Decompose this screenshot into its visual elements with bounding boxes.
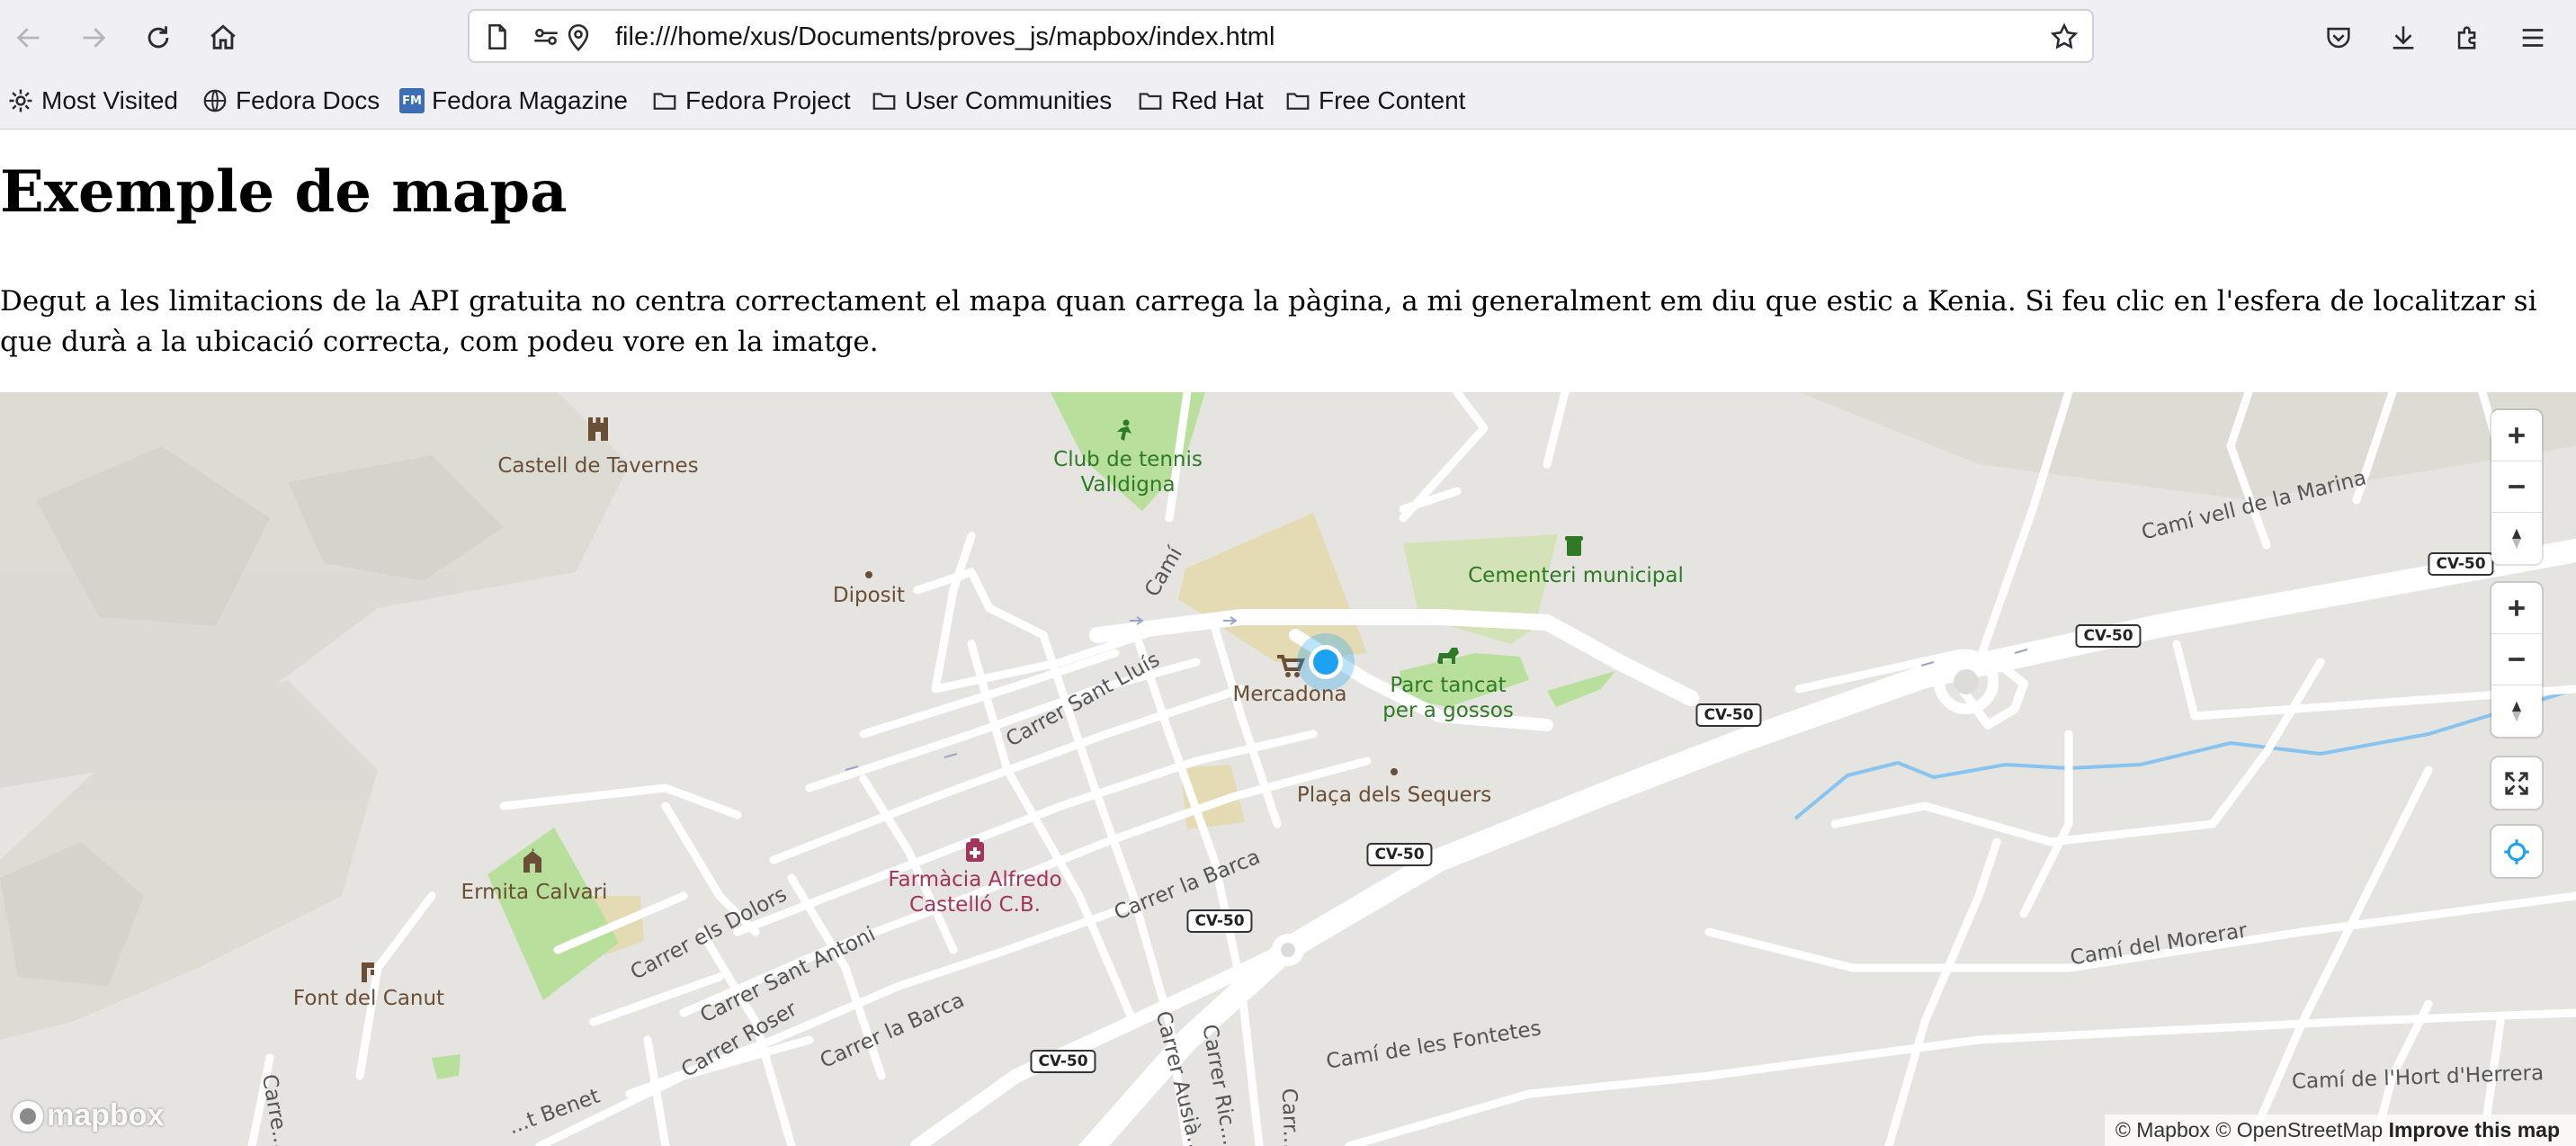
compass-icon [2512, 528, 2521, 549]
geolocate-button[interactable] [2491, 826, 2542, 877]
bookmark-user-communities[interactable]: User Communities [871, 85, 1112, 117]
arrow-right-icon [83, 28, 106, 48]
poi-label[interactable]: Cementeri municipal [1468, 563, 1684, 588]
map-container[interactable]: Castell de Tavernes Club de tennis Valld… [0, 392, 2576, 1146]
road-shield: CV-50 [1186, 909, 1253, 933]
page-title: Exemple de mapa [0, 158, 568, 226]
geolocate-control [2491, 826, 2542, 877]
gear-icon [9, 89, 32, 112]
bookmark-fedora-docs[interactable]: Fedora Docs [201, 85, 380, 117]
navigation-control [2491, 410, 2542, 564]
geolocate-icon [2504, 838, 2529, 864]
road-shield: CV-50 [1030, 1050, 1096, 1073]
downloads-button[interactable] [2382, 16, 2425, 59]
zoom-out-button[interactable] [2491, 634, 2542, 685]
browser-chrome: file:///home/xus/Documents/proves_js/map… [0, 0, 2576, 130]
plus-icon [2509, 600, 2525, 616]
road-shield: CV-50 [2428, 552, 2494, 576]
home-button[interactable] [201, 16, 245, 59]
zoom-in-button[interactable] [2491, 410, 2542, 461]
back-button[interactable] [7, 16, 50, 59]
permissions-icon[interactable] [531, 22, 561, 52]
pocket-button[interactable] [2317, 16, 2360, 59]
map-attribution: © Mapbox © OpenStreetMap Improve this ma… [2104, 1115, 2576, 1146]
cemetery-icon [1565, 536, 1583, 556]
star-icon[interactable] [2049, 22, 2080, 52]
hamburger-menu-icon [2522, 29, 2544, 47]
minus-icon [2509, 658, 2525, 661]
globe-icon [203, 89, 227, 112]
road-shield: CV-50 [1695, 703, 1762, 727]
folder-icon [1139, 93, 1162, 110]
plus-icon [2509, 427, 2525, 443]
poi-label[interactable]: Plaça dels Sequers [1297, 783, 1491, 808]
poi-label[interactable]: per a gossos [1382, 698, 1514, 723]
folder-icon [872, 93, 896, 110]
address-bar[interactable]: file:///home/xus/Documents/proves_js/map… [468, 9, 2094, 63]
bookmark-label: Most Visited [41, 86, 178, 114]
zoom-out-button[interactable] [2491, 461, 2542, 513]
poi-label[interactable]: Parc tancat [1390, 673, 1506, 698]
mapbox-logo-text: mapbox [47, 1098, 165, 1133]
improve-map-link[interactable]: Improve this map [2389, 1118, 2560, 1142]
bookmark-label: Red Hat [1171, 86, 1264, 114]
street-label: Carr... [1276, 1088, 1303, 1146]
fullscreen-control [2491, 757, 2542, 809]
arrow-left-icon [16, 28, 40, 48]
url-text[interactable]: file:///home/xus/Documents/proves_js/map… [615, 22, 1275, 52]
poi-label[interactable]: Farmàcia Alfredo [888, 867, 1061, 892]
extensions-button[interactable] [2446, 16, 2490, 59]
compass-button[interactable] [2491, 513, 2542, 564]
menu-button[interactable] [2511, 16, 2554, 59]
folder-icon [1286, 93, 1310, 110]
mapbox-logo-icon [13, 1100, 43, 1132]
poi-label[interactable]: Castell de Tavernes [497, 453, 698, 479]
pocket-icon [2327, 27, 2350, 49]
fullscreen-button[interactable] [2491, 757, 2542, 809]
mapbox-logo[interactable]: mapbox [13, 1098, 164, 1133]
poi-label[interactable]: Ermita Calvari [461, 880, 608, 905]
compass-button[interactable] [2491, 685, 2542, 737]
location-permission-icon[interactable] [563, 22, 594, 52]
bookmarks-toolbar: Most Visited Fedora Docs FM Fedora Magaz… [0, 79, 2576, 122]
bookmark-most-visited[interactable]: Most Visited [7, 85, 178, 117]
bookmark-label: Fedora Docs [236, 86, 380, 114]
navigation-control [2491, 583, 2542, 737]
fedora-magazine-icon: FM [399, 88, 425, 113]
poi-label[interactable]: Castelló C.B. [909, 892, 1041, 918]
bookmark-label: Fedora Project [685, 86, 851, 114]
fullscreen-icon [2505, 771, 2528, 795]
castle-icon [588, 417, 608, 441]
poi-label[interactable]: Mercadona [1232, 682, 1346, 707]
home-icon [210, 24, 236, 49]
forward-button[interactable] [72, 16, 115, 59]
attribution-osm-link[interactable]: © OpenStreetMap [2215, 1118, 2383, 1142]
attribution-mapbox-link[interactable]: © Mapbox [2115, 1118, 2210, 1142]
bookmark-free-content[interactable]: Free Content [1284, 85, 1465, 117]
minus-icon [2509, 485, 2525, 488]
zoom-in-button[interactable] [2491, 583, 2542, 634]
map-canvas[interactable] [0, 392, 2576, 1146]
bookmark-fedora-project[interactable]: Fedora Project [651, 85, 851, 117]
reload-icon [148, 26, 169, 49]
bookmark-red-hat[interactable]: Red Hat [1137, 85, 1264, 117]
page-icon [488, 23, 506, 50]
poi-label[interactable]: Font del Canut [293, 986, 444, 1011]
poi-label[interactable]: Club de tennis [1053, 447, 1203, 472]
bookmark-fedora-magazine[interactable]: FM Fedora Magazine [399, 85, 628, 117]
folder-icon [653, 93, 676, 110]
bookmark-label: Free Content [1319, 86, 1466, 114]
poi-label[interactable]: Diposit [833, 583, 905, 608]
road-shield: CV-50 [1366, 843, 1433, 866]
bookmark-label: Fedora Magazine [432, 86, 628, 114]
compass-icon [2512, 701, 2521, 721]
puzzle-icon [2457, 26, 2476, 49]
poi-label[interactable]: Valldigna [1080, 472, 1175, 497]
road-shield: CV-50 [2075, 624, 2142, 648]
download-icon [2393, 26, 2414, 49]
page-description: Degut a les limitacions de la API gratui… [0, 285, 2537, 358]
bookmark-label: User Communities [905, 86, 1113, 114]
reload-button[interactable] [137, 16, 180, 59]
